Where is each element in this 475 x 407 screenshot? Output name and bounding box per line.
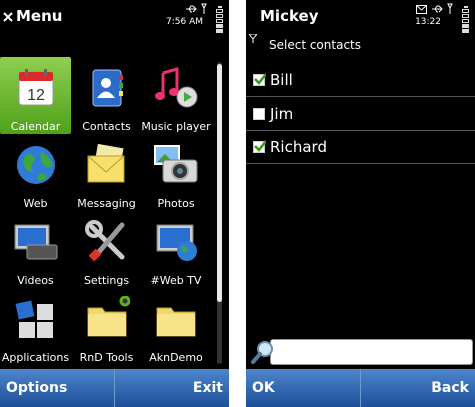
contact-name: Jim [270, 105, 294, 123]
globe-icon [13, 142, 59, 188]
app-photos[interactable]: Photos [142, 134, 210, 211]
app-label: Music player [141, 120, 211, 133]
web-tv-icon [153, 219, 199, 265]
video-screen-icon [13, 219, 59, 265]
calendar-icon: 12 [13, 65, 59, 111]
app-contacts[interactable]: Contacts [71, 57, 142, 134]
status-icons [416, 3, 453, 15]
usb-icon [432, 5, 443, 13]
scrollbar[interactable] [217, 62, 222, 364]
battery-icon [462, 6, 469, 33]
app-music-player[interactable]: Music player [141, 57, 211, 134]
tools-icon [84, 219, 130, 265]
app-label: Calendar [10, 120, 61, 133]
contact-name: Bill [270, 71, 293, 89]
page-title: Mickey [260, 7, 319, 25]
clock: 7:56 AM [166, 17, 203, 27]
clock: 13:22 [415, 17, 441, 27]
antenna-icon [249, 34, 257, 43]
app-rnd-tools[interactable]: RnD Tools [71, 288, 142, 365]
app-web[interactable]: Web [0, 134, 71, 211]
exit-softkey[interactable]: Exit [115, 369, 229, 407]
menu-screen: Menu 7:56 AM 12 Calendar Contacts Music … [0, 0, 229, 407]
app-label: Settings [83, 274, 130, 287]
contacts-icon [84, 65, 130, 111]
folder-icon [84, 295, 130, 342]
search-field [250, 337, 473, 365]
softkey-bar: Options Exit [0, 369, 229, 407]
page-title: Menu [16, 7, 63, 25]
app-grid: 12 Calendar Contacts Music player Web Me… [0, 57, 211, 365]
app-videos[interactable]: Videos [0, 211, 71, 288]
contact-name: Richard [270, 138, 327, 156]
battery-icon [216, 6, 223, 33]
scrollbar-thumb[interactable] [217, 64, 222, 302]
app-label: Contacts [82, 120, 131, 133]
app-label: Videos [17, 274, 54, 287]
message-icon [416, 4, 427, 14]
calendar-date: 12 [27, 87, 45, 104]
app-label: Messaging [77, 197, 136, 210]
app-settings[interactable]: Settings [71, 211, 142, 288]
app-label: #Web TV [150, 274, 202, 287]
page-subtitle: Select contacts [269, 38, 361, 52]
checkbox-checked[interactable] [253, 140, 266, 153]
checkbox-unchecked[interactable] [253, 108, 265, 120]
checkbox-checked[interactable] [253, 73, 266, 86]
close-icon[interactable] [3, 12, 13, 22]
contact-row-bill[interactable]: Bill [246, 64, 475, 97]
back-softkey[interactable]: Back [361, 369, 475, 407]
folder-icon [153, 296, 199, 342]
contact-row-jim[interactable]: Jim [246, 98, 475, 131]
app-akndemo[interactable]: AknDemo [142, 288, 210, 365]
app-applications[interactable]: Applications [0, 288, 71, 365]
app-label: Web [23, 197, 48, 210]
softkey-bar: OK Back [246, 369, 475, 407]
app-label: AknDemo [149, 351, 203, 364]
signal-icon [201, 3, 207, 14]
app-label: Photos [157, 197, 195, 210]
usb-icon [186, 5, 197, 13]
contact-row-richard[interactable]: Richard [246, 131, 475, 164]
signal-icon [447, 3, 453, 14]
ok-softkey[interactable]: OK [246, 369, 360, 407]
app-label: Applications [1, 351, 70, 364]
app-web-tv[interactable]: #Web TV [142, 211, 210, 288]
search-input[interactable] [270, 339, 473, 365]
app-calendar[interactable]: 12 Calendar [0, 57, 71, 134]
search-icon [251, 341, 273, 364]
app-messaging[interactable]: Messaging [71, 134, 142, 211]
status-icons [185, 3, 207, 15]
music-player-icon [153, 65, 199, 111]
app-label: RnD Tools [79, 351, 134, 364]
applications-icon [13, 296, 59, 342]
options-softkey[interactable]: Options [0, 369, 114, 407]
camera-icon [153, 142, 199, 188]
envelope-icon [84, 142, 130, 188]
select-contacts-screen: Mickey 13:22 Select contacts Bill Jim Ri… [246, 0, 475, 407]
